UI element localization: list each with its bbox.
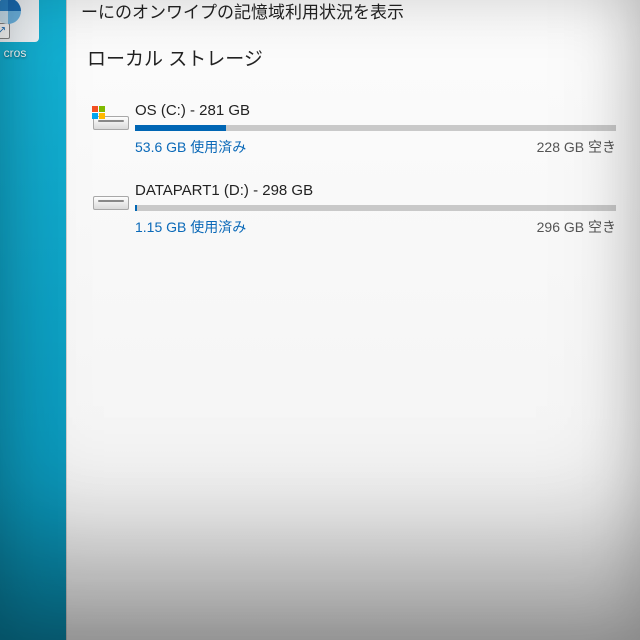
drive-title: OS (C:) - 281 GB <box>135 102 616 119</box>
free-text: 296 GB 空き <box>537 217 616 237</box>
desktop-background: ↗ cros ーにのオンワイプの記憶域利用状況を表示 ローカル ストレージ OS… <box>0 0 640 640</box>
drive-title: DATAPART1 (D:) - 298 GB <box>135 182 616 199</box>
page-description-fragment: ーにのオンワイプの記憶域利用状況を表示 <box>81 0 630 24</box>
drive-item-c[interactable]: OS (C:) - 281 GB 53.6 GB 使用済み 228 GB 空き <box>93 102 616 157</box>
usage-bar <box>135 125 616 131</box>
os-drive-icon <box>93 102 135 130</box>
free-text: 228 GB 空き <box>537 137 616 157</box>
used-text: 1.15 GB 使用済み <box>135 217 246 237</box>
shortcut-arrow-icon: ↗ <box>0 23 10 39</box>
drive-item-d[interactable]: DATAPART1 (D:) - 298 GB 1.15 GB 使用済み 296… <box>93 182 616 237</box>
data-drive-icon <box>93 182 135 210</box>
edge-icon: ↗ <box>0 0 39 42</box>
usage-bar-fill <box>135 125 226 131</box>
desktop-shortcut[interactable]: ↗ cros <box>0 0 50 60</box>
desktop-shortcut-label: cros <box>0 46 50 60</box>
used-text: 53.6 GB 使用済み <box>135 137 246 157</box>
usage-bar-fill <box>135 205 137 211</box>
usage-bar <box>135 205 616 211</box>
storage-settings-pane: ーにのオンワイプの記憶域利用状況を表示 ローカル ストレージ OS (C:) -… <box>66 0 640 640</box>
section-title-local-storage: ローカル ストレージ <box>87 44 263 71</box>
